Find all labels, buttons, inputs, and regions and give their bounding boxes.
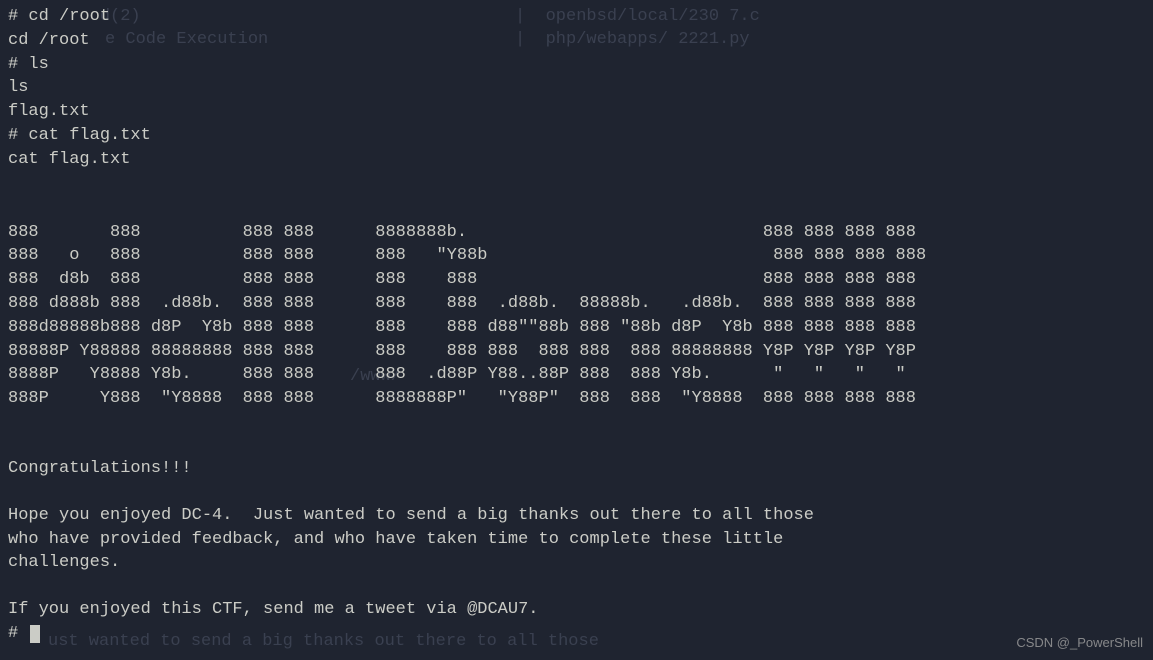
message-line-3: challenges. — [8, 551, 1145, 575]
ascii-banner-4: 888 d888b 888 .d88b. 888 888 888 888 .d8… — [8, 292, 1145, 316]
ascii-banner-5: 888d88888b888 d8P Y8b 888 888 888 888 d8… — [8, 316, 1145, 340]
cursor-block — [30, 625, 40, 643]
ascii-banner-8: 888P Y888 "Y8888 888 888 8888888P" "Y88P… — [8, 387, 1145, 411]
ascii-banner-6: 88888P Y88888 88888888 888 888 888 888 8… — [8, 340, 1145, 364]
prompt-current[interactable]: # — [8, 622, 1145, 646]
echo-cd: cd /root — [8, 29, 1145, 53]
message-line-1: Hope you enjoyed DC-4. Just wanted to se… — [8, 504, 1145, 528]
echo-ls: ls — [8, 76, 1145, 100]
ls-output: flag.txt — [8, 100, 1145, 124]
message-line-4: If you enjoyed this CTF, send me a tweet… — [8, 598, 1145, 622]
ascii-banner-1: 888 888 888 888 8888888b. 888 888 888 88… — [8, 221, 1145, 245]
ascii-banner-3: 888 d8b 888 888 888 888 888 888 888 888 … — [8, 268, 1145, 292]
echo-cat: cat flag.txt — [8, 148, 1145, 172]
terminal-output[interactable]: # cd /root cd /root # ls ls flag.txt # c… — [8, 5, 1145, 646]
prompt-cd: # cd /root — [8, 5, 1145, 29]
message-line-2: who have provided feedback, and who have… — [8, 528, 1145, 552]
congrats-line: Congratulations!!! — [8, 457, 1145, 481]
ascii-banner-2: 888 o 888 888 888 888 "Y88b 888 888 888 … — [8, 244, 1145, 268]
watermark-text: CSDN @_PowerShell — [1016, 634, 1143, 652]
ascii-banner-7: 8888P Y8888 Y8b. 888 888 888 .d88P Y88..… — [8, 363, 1145, 387]
prompt-cat: # cat flag.txt — [8, 124, 1145, 148]
prompt-ls: # ls — [8, 53, 1145, 77]
